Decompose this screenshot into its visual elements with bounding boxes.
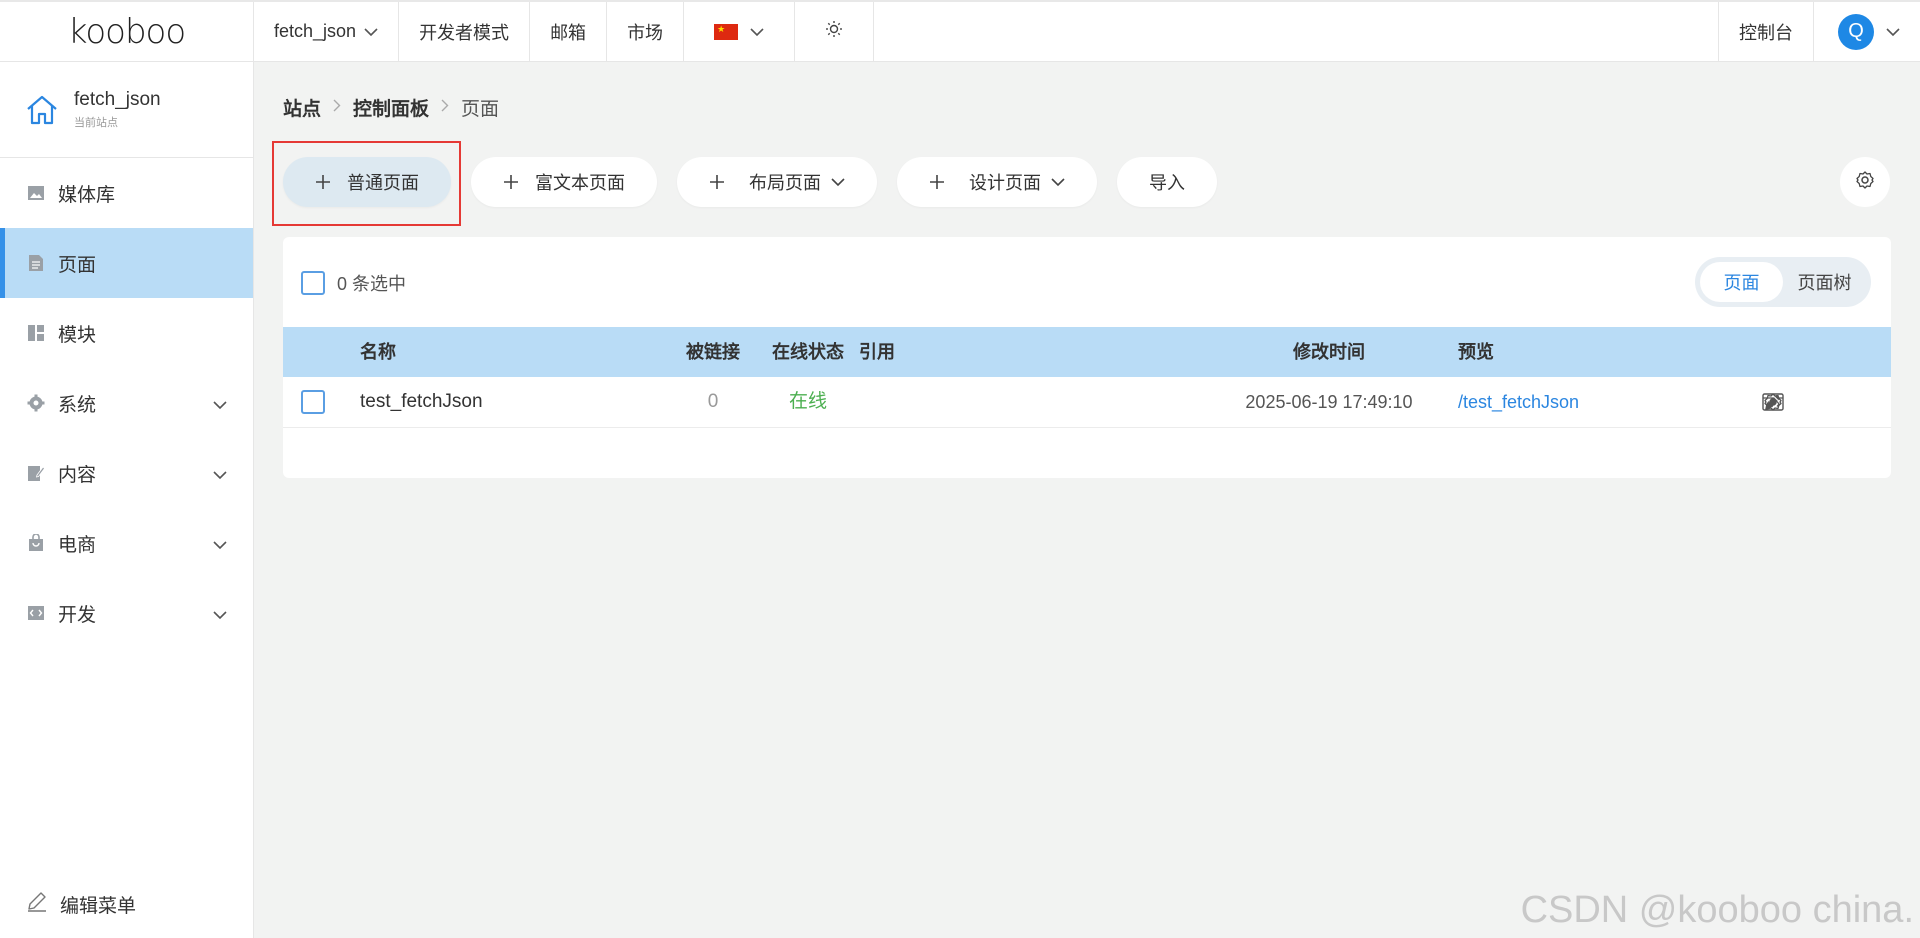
column-header-name: 名称 [360,342,396,362]
sidebar-item-label: 内容 [58,464,97,486]
sidebar-item-label: 模块 [58,324,97,346]
image-icon [26,183,46,203]
sidebar: fetch_json 当前站点 媒体库 页面 模块 系统 内容 电商 开发 编辑… [0,62,254,938]
new-layout-page-button[interactable]: 布局页面 [677,157,877,207]
table-header: 名称 被链接 在线状态 引用 修改时间 预览 [283,327,1891,377]
sidebar-item-ecommerce[interactable]: 电商 [0,508,253,578]
tab-page-tree[interactable]: 页面树 [1783,262,1866,302]
breadcrumb: 站点 控制面板 页面 [283,94,499,121]
select-all-checkbox[interactable] [301,271,325,295]
button-label: 富文本页面 [535,173,625,193]
console-link[interactable]: 控制台 [1718,2,1813,61]
linked-count[interactable]: 0 [668,377,758,427]
column-header-preview: 预览 [1458,342,1494,362]
chevron-down-icon [1051,177,1065,187]
sidebar-item-develop[interactable]: 开发 [0,578,253,648]
sun-icon [825,20,843,43]
gear-icon [26,393,46,413]
row-checkbox[interactable] [301,390,325,414]
kooboo-logo[interactable]: kooboo [0,2,254,61]
highlight-annotation-box [272,141,461,226]
current-site[interactable]: fetch_json 当前站点 [0,62,253,158]
topbar-right: 控制台 Q [1718,2,1920,61]
developer-mode-link[interactable]: 开发者模式 [399,2,531,61]
pencil-icon [26,890,48,918]
plus-icon [929,174,945,190]
breadcrumb-site[interactable]: 站点 [283,94,321,121]
sidebar-item-label: 媒体库 [58,184,116,206]
chevron-right-icon [333,99,341,117]
module-icon [26,323,46,343]
tab-page-list[interactable]: 页面 [1700,262,1783,302]
table-row: test_fetchJson 0 在线 2025-06-19 17:49:10 … [283,377,1891,428]
chevron-down-icon [364,21,378,42]
china-flag-icon [714,23,739,40]
preview-link[interactable]: /test_fetchJson [1458,377,1579,427]
sidebar-item-pages[interactable]: 页面 [0,228,253,298]
edit-menu-button[interactable]: 编辑菜单 [26,890,136,918]
selection-summary: 0 条选中 [301,270,406,296]
modified-time: 2025-06-19 17:49:10 [1245,392,1413,412]
edit-menu-label: 编辑菜单 [60,895,137,917]
column-header-modified: 修改时间 [1293,342,1365,362]
top-bar: kooboo fetch_json 开发者模式 邮箱 市场 控制台 Q [0,0,1920,62]
theme-toggle[interactable] [795,2,875,61]
watermark: CSDN @kooboo china. [1520,889,1914,931]
selection-count: 0 条选中 [337,274,407,294]
breadcrumb-current: 页面 [461,99,500,120]
column-header-ref: 引用 [859,342,895,362]
site-sub-label: 当前站点 [74,117,118,129]
site-name: fetch_json [74,89,161,110]
sidebar-item-label: 系统 [58,394,97,416]
shop-icon [26,533,46,553]
site-info: fetch_json 当前站点 [74,89,161,130]
chevron-right-icon [441,99,449,117]
sidebar-item-modules[interactable]: 模块 [0,298,253,368]
chevron-down-icon [213,604,227,626]
chevron-down-icon [213,534,227,556]
column-header-status: 在线状态 [772,342,844,362]
plus-icon [709,174,725,190]
page-settings-button[interactable] [1840,157,1890,207]
view-toggle: 页面 页面树 [1695,257,1871,307]
sidebar-item-label: 开发 [58,604,97,626]
avatar: Q [1838,13,1874,50]
mail-link[interactable]: 邮箱 [530,2,608,61]
chevron-down-icon [831,177,845,187]
home-icon [24,92,60,128]
chevron-down-icon [750,21,764,42]
new-design-page-button[interactable]: 设计页面 [897,157,1097,207]
user-menu[interactable]: Q [1813,2,1920,61]
pages-panel: 0 条选中 页面 页面树 名称 被链接 在线状态 引用 修改时间 预览 test… [283,237,1891,478]
market-link[interactable]: 市场 [607,2,685,61]
site-selector[interactable]: fetch_json [254,2,400,61]
new-rich-text-page-button[interactable]: 富文本页面 [471,157,657,207]
sidebar-item-label: 页面 [58,254,97,276]
breadcrumb-dashboard[interactable]: 控制面板 [353,94,429,121]
online-status: 在线 [788,391,827,412]
sidebar-item-label: 电商 [58,534,97,556]
sidebar-item-media[interactable]: 媒体库 [0,158,253,228]
language-selector[interactable] [684,2,796,61]
button-label: 布局页面 [749,173,821,193]
button-label: 设计页面 [969,173,1041,193]
plus-icon [503,174,519,190]
page-name[interactable]: test_fetchJson [360,377,483,427]
chevron-down-icon [1886,21,1900,42]
sidebar-item-content[interactable]: 内容 [0,438,253,508]
page-icon [26,253,46,273]
edit-icon[interactable] [1761,390,1785,414]
code-icon [26,603,46,623]
import-button[interactable]: 导入 [1117,157,1217,207]
panel-header: 0 条选中 页面 页面树 [283,237,1891,327]
site-selector-label: fetch_json [274,21,357,41]
sidebar-item-system[interactable]: 系统 [0,368,253,438]
gear-icon [1855,170,1875,195]
column-header-linked: 被链接 [686,342,740,362]
chevron-down-icon [213,464,227,486]
chevron-down-icon [213,394,227,416]
content-icon [26,463,46,483]
